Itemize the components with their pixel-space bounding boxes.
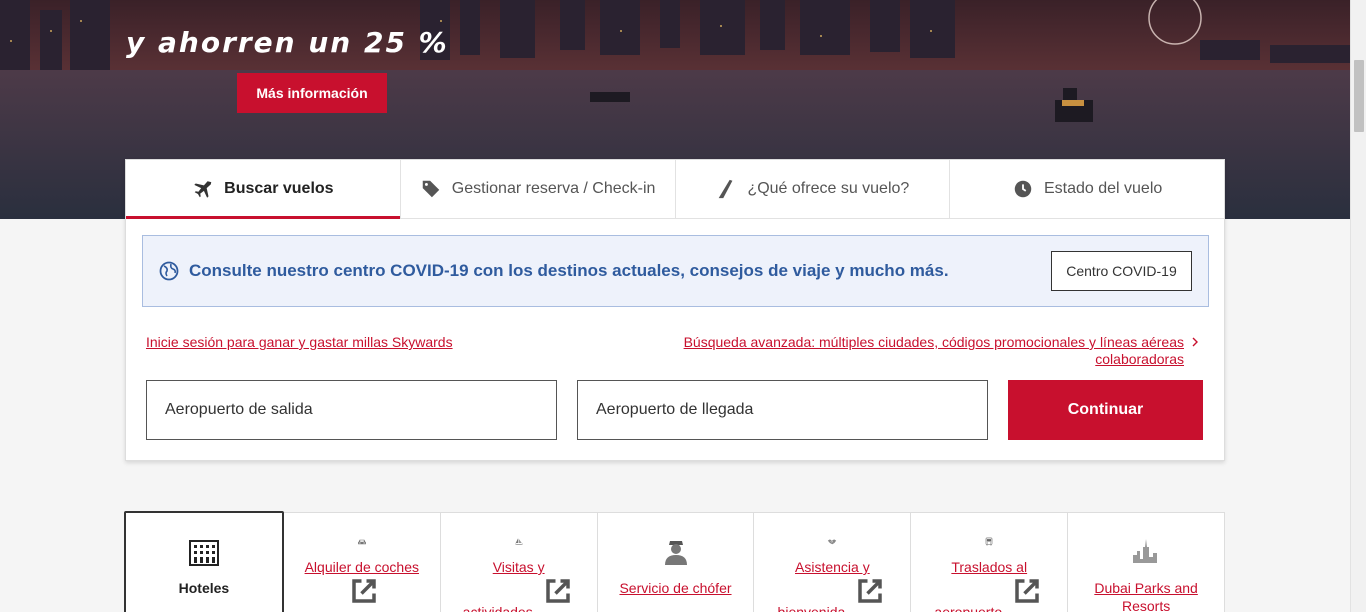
travel-services-bar: Hoteles Alquiler de coches Visitas y acti… bbox=[124, 511, 1225, 612]
skyline-icon bbox=[1133, 539, 1158, 563]
external-link-icon bbox=[858, 579, 882, 603]
page-scrollbar[interactable] bbox=[1350, 0, 1366, 612]
external-link-icon bbox=[352, 579, 376, 603]
skywards-login-link[interactable]: Inicie sesión para ganar y gastar millas… bbox=[146, 334, 453, 350]
tab-search-flights[interactable]: Buscar vuelos bbox=[126, 160, 401, 219]
covid-notice: Consulte nuestro centro COVID-19 con los… bbox=[142, 235, 1209, 307]
tab-flight-status[interactable]: Estado del vuelo bbox=[950, 160, 1224, 218]
tag-icon bbox=[422, 180, 440, 198]
service-hotels[interactable]: Hoteles bbox=[124, 511, 284, 612]
search-tabs: Buscar vuelos Gestionar reserva / Check-… bbox=[126, 160, 1224, 219]
tab-label: ¿Qué ofrece su vuelo? bbox=[747, 180, 910, 197]
hotel-icon bbox=[188, 540, 219, 566]
clock-icon bbox=[1014, 180, 1032, 198]
service-label: Hoteles bbox=[178, 580, 230, 596]
bus-icon bbox=[985, 537, 993, 546]
service-car-rental[interactable]: Alquiler de coches bbox=[284, 513, 441, 612]
covid-message: Consulte nuestro centro COVID-19 con los… bbox=[189, 261, 949, 280]
service-tours-activities[interactable]: Visitas y actividades bbox=[441, 513, 598, 612]
covid-center-button[interactable]: Centro COVID-19 bbox=[1051, 251, 1192, 291]
globe-icon bbox=[159, 261, 179, 281]
external-link-icon bbox=[545, 579, 570, 603]
service-label: Visitas y actividades bbox=[463, 558, 575, 612]
service-label: Asistencia y bienvenida bbox=[778, 558, 888, 612]
tab-label: Buscar vuelos bbox=[224, 180, 334, 197]
service-dubai-parks[interactable]: Dubai Parks and Resorts bbox=[1068, 513, 1224, 612]
service-label: Alquiler de coches bbox=[305, 558, 419, 612]
tab-label: Gestionar reserva / Check-in bbox=[451, 180, 656, 197]
service-chauffeur[interactable]: Servicio de chófer bbox=[598, 513, 755, 612]
external-link-icon bbox=[1015, 579, 1039, 603]
scrollbar-thumb[interactable] bbox=[1354, 60, 1364, 132]
plane-icon bbox=[194, 181, 212, 198]
handshake-icon bbox=[828, 539, 837, 545]
arrival-airport-input[interactable]: Aeropuerto de llegada bbox=[577, 380, 988, 440]
service-meet-greet[interactable]: Asistencia y bienvenida bbox=[754, 513, 912, 612]
continue-button[interactable]: Continuar bbox=[1008, 380, 1203, 440]
more-info-button[interactable]: Más información bbox=[237, 73, 387, 113]
chevron-right-icon bbox=[1192, 337, 1198, 347]
sailboat-icon bbox=[514, 538, 523, 545]
chauffeur-icon bbox=[664, 541, 687, 565]
advanced-search-link[interactable]: Búsqueda avanzada: múltiples ciudades, c… bbox=[664, 334, 1184, 368]
service-label: Traslados al aeropuerto bbox=[934, 558, 1044, 612]
flight-search-panel: Buscar vuelos Gestionar reserva / Check-… bbox=[125, 159, 1225, 461]
tab-manage-booking[interactable]: Gestionar reserva / Check-in bbox=[401, 160, 676, 218]
departure-airport-input[interactable]: Aeropuerto de salida bbox=[146, 380, 557, 440]
hero-headline: y ahorren un 25 % bbox=[126, 26, 449, 59]
advanced-search-line1: Búsqueda avanzada: múltiples ciudades, c… bbox=[683, 334, 1184, 350]
car-icon bbox=[357, 539, 366, 545]
service-airport-transfers[interactable]: Traslados al aeropuerto bbox=[911, 513, 1069, 612]
service-label: Servicio de chófer bbox=[619, 580, 732, 596]
seat-icon bbox=[719, 179, 733, 199]
service-label: Dubai Parks and Resorts bbox=[1094, 580, 1198, 612]
advanced-search-line2: colaboradoras bbox=[1095, 351, 1184, 367]
tab-flight-offer[interactable]: ¿Qué ofrece su vuelo? bbox=[676, 160, 951, 218]
tab-label: Estado del vuelo bbox=[1043, 180, 1163, 197]
